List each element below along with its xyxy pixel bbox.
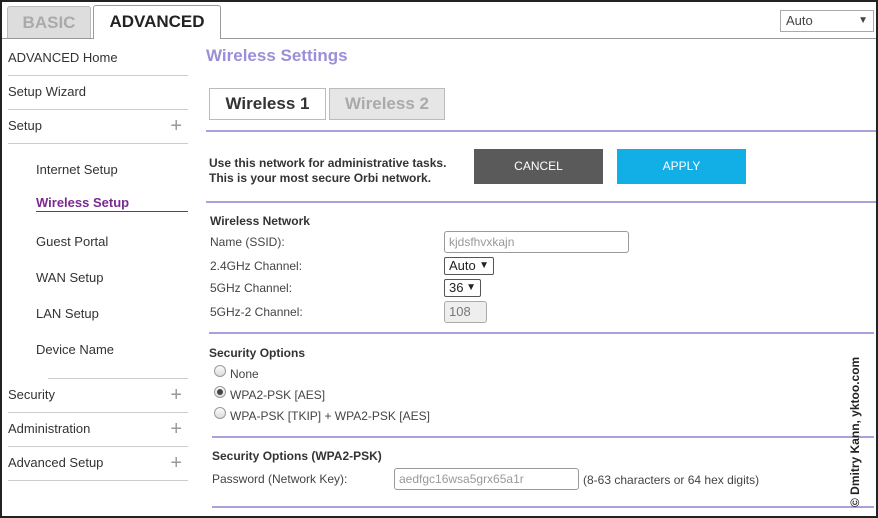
language-select-value: Auto xyxy=(786,13,813,28)
sidebar-item-wan-setup[interactable]: WAN Setup xyxy=(36,270,186,285)
ssid-input[interactable]: kjdsfhvxkajn xyxy=(444,231,629,253)
sidebar-item-guest-portal[interactable]: Guest Portal xyxy=(36,234,186,249)
section-divider xyxy=(206,130,876,132)
sidebar-divider xyxy=(48,378,188,379)
active-tab-gap xyxy=(94,38,220,40)
password-label: Password (Network Key): xyxy=(212,472,348,486)
ssid-label: Name (SSID): xyxy=(210,235,285,249)
sidebar-item-administration[interactable]: Administration + xyxy=(8,418,188,440)
sidebar-item-setup[interactable]: Setup + xyxy=(8,115,188,137)
plus-icon[interactable]: + xyxy=(170,384,182,407)
sidebar-item-label: Administration xyxy=(8,421,91,436)
cancel-button[interactable]: CANCEL xyxy=(474,149,603,184)
sidebar-divider xyxy=(8,480,188,481)
tab-wireless-1[interactable]: Wireless 1 xyxy=(209,88,326,120)
security-options-heading: Security Options xyxy=(209,346,306,360)
wireless-network-heading: Wireless Network xyxy=(210,214,310,228)
sidebar-item-advanced-home[interactable]: ADVANCED Home xyxy=(8,50,188,65)
admin-note-line: This is your most secure Orbi network. xyxy=(209,171,432,185)
sidebar-divider xyxy=(8,75,188,76)
sidebar-item-security[interactable]: Security + xyxy=(8,384,188,406)
channel-5-2-label: 5GHz-2 Channel: xyxy=(210,305,303,319)
radio-security-wpa-wpa2[interactable] xyxy=(214,407,226,419)
plus-icon[interactable]: + xyxy=(170,452,182,475)
admin-note-line: Use this network for administrative task… xyxy=(209,156,447,170)
sidebar-item-setup-wizard[interactable]: Setup Wizard xyxy=(8,84,188,99)
section-divider xyxy=(206,201,876,203)
watermark: © Dmitry Kann, yktoo.com xyxy=(848,356,862,507)
section-divider xyxy=(209,332,874,334)
channel-24-select[interactable]: Auto ▼ xyxy=(444,257,494,275)
active-item-underline xyxy=(36,211,188,212)
sidebar-item-lan-setup[interactable]: LAN Setup xyxy=(36,306,186,321)
app-window: BASIC ADVANCED Auto ▼ ADVANCED Home Setu… xyxy=(0,0,878,518)
caret-down-icon: ▼ xyxy=(858,15,868,26)
plus-icon[interactable]: + xyxy=(170,418,182,441)
sidebar-item-advanced-setup[interactable]: Advanced Setup + xyxy=(8,452,188,474)
sidebar-item-label: Security xyxy=(8,387,55,402)
tab-advanced[interactable]: ADVANCED xyxy=(93,5,221,39)
tab-basic[interactable]: BASIC xyxy=(7,6,91,38)
sidebar-divider xyxy=(8,109,188,110)
password-hint: (8-63 characters or 64 hex digits) xyxy=(583,473,760,487)
radio-security-wpa2[interactable] xyxy=(214,386,226,398)
channel-5-2-field: 108 xyxy=(444,301,487,323)
page-title: Wireless Settings xyxy=(206,46,348,65)
password-input[interactable]: aedfgc16wsa5grx65a1r xyxy=(394,468,579,490)
section-divider xyxy=(212,506,874,508)
language-select[interactable]: Auto ▼ xyxy=(780,10,874,32)
radio-security-none[interactable] xyxy=(214,365,226,377)
admin-note: Use this network for administrative task… xyxy=(209,156,446,186)
channel-24-label: 2.4GHz Channel: xyxy=(210,259,303,273)
channel-5-label: 5GHz Channel: xyxy=(210,281,293,295)
sidebar-divider xyxy=(8,143,188,144)
section-divider xyxy=(212,436,874,438)
channel-24-value: Auto xyxy=(449,258,476,273)
sidebar-divider xyxy=(8,412,188,413)
sidebar-item-device-name[interactable]: Device Name xyxy=(36,342,186,357)
radio-label: WPA2-PSK [AES] xyxy=(230,388,326,402)
channel-5-select[interactable]: 36 ▼ xyxy=(444,279,481,297)
wpa2-heading: Security Options (WPA2-PSK) xyxy=(212,449,382,463)
sidebar-item-label: Setup xyxy=(8,118,42,133)
sidebar-item-internet-setup[interactable]: Internet Setup xyxy=(36,162,186,177)
caret-down-icon: ▼ xyxy=(479,260,489,271)
radio-label: None xyxy=(230,367,259,381)
sidebar-divider xyxy=(8,446,188,447)
channel-5-value: 36 xyxy=(449,280,464,295)
plus-icon[interactable]: + xyxy=(170,115,182,138)
sidebar-item-label: Advanced Setup xyxy=(8,455,104,470)
apply-button[interactable]: APPLY xyxy=(617,149,746,184)
caret-down-icon: ▼ xyxy=(466,282,476,293)
sidebar-item-wireless-setup[interactable]: Wireless Setup xyxy=(36,195,186,210)
radio-label: WPA-PSK [TKIP] + WPA2-PSK [AES] xyxy=(230,409,430,423)
tab-wireless-2[interactable]: Wireless 2 xyxy=(329,88,445,120)
